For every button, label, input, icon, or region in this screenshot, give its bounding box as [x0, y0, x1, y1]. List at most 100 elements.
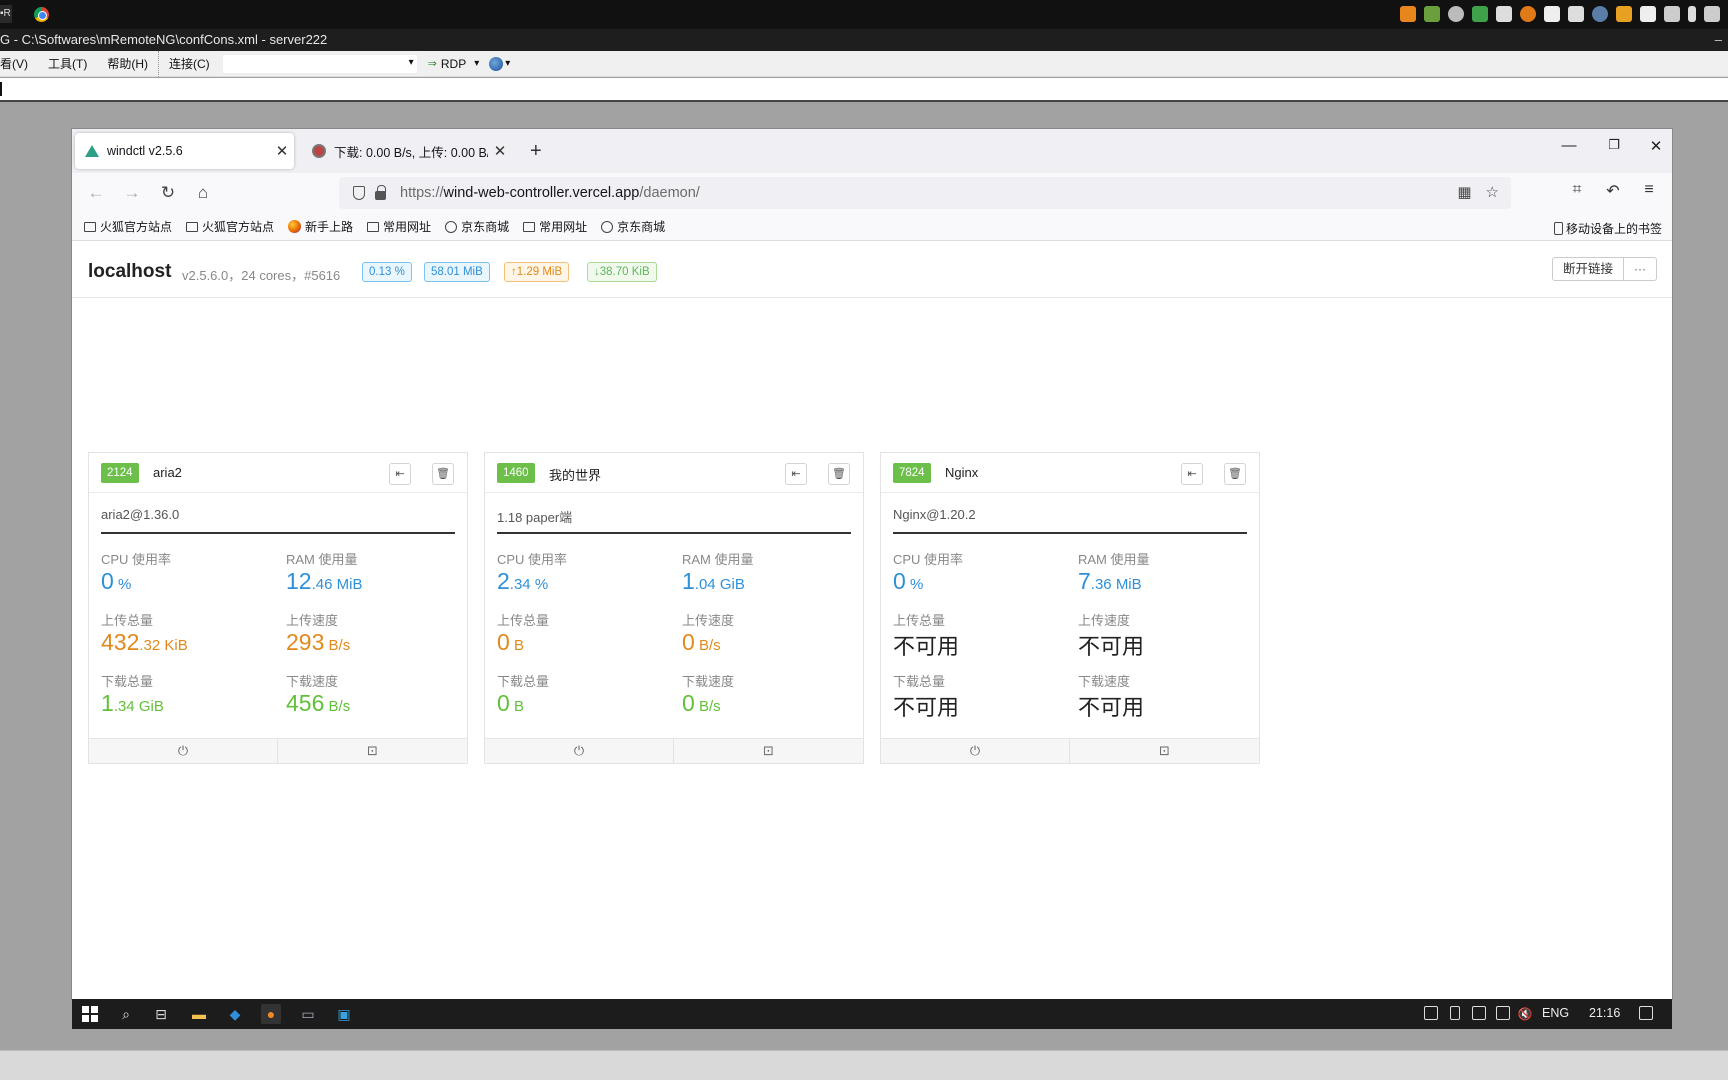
- exit-icon[interactable]: ⇤: [1181, 463, 1203, 485]
- bookmark-item[interactable]: 京东商城: [445, 218, 509, 235]
- windows-start-icon[interactable]: [82, 1006, 98, 1022]
- tray-app-icon[interactable]: [1472, 6, 1488, 22]
- star-icon[interactable]: ☆: [1486, 183, 1499, 201]
- reload-button[interactable]: ↻: [156, 181, 180, 205]
- folder-icon: [186, 221, 199, 232]
- power-icon[interactable]: ⏻: [881, 739, 1070, 764]
- qr-code-icon[interactable]: ▦: [1457, 183, 1471, 201]
- forward-button[interactable]: →: [120, 181, 144, 205]
- process-version: Nginx@1.20.2: [893, 507, 976, 522]
- terminal-icon[interactable]: ⊡: [278, 739, 467, 764]
- app-window-icon[interactable]: ▣: [334, 1004, 354, 1024]
- tray-app-icon[interactable]: [1448, 6, 1464, 22]
- terminal-icon[interactable]: ⊡: [1070, 739, 1259, 764]
- tray-shield-icon[interactable]: [1616, 6, 1632, 22]
- bookmark-item[interactable]: 京东商城: [601, 218, 665, 235]
- menu-tools[interactable]: 工具(T): [38, 51, 97, 77]
- card-footer: ⏻ ⊡: [881, 738, 1259, 764]
- protocol-selector[interactable]: ⇒ RDP ▾: [428, 57, 480, 71]
- tray-app-icon[interactable]: [1496, 6, 1512, 22]
- tracking-shield-icon[interactable]: [353, 186, 365, 200]
- bookmark-item[interactable]: 火狐官方站点: [84, 218, 172, 235]
- mobile-bookmarks-label: 移动设备上的书签: [1565, 222, 1662, 236]
- exit-icon[interactable]: ⇤: [785, 463, 807, 485]
- menu-view[interactable]: 看(V): [0, 51, 38, 77]
- trash-icon[interactable]: 🗑: [828, 463, 850, 485]
- display-icon[interactable]: [1496, 1006, 1510, 1020]
- menu-help[interactable]: 帮助(H): [97, 51, 158, 77]
- quick-connect-bar: [0, 78, 1728, 102]
- card-header: 7824 Nginx ⇤ 🗑: [881, 453, 1259, 493]
- close-icon[interactable]: ✕: [488, 142, 512, 160]
- globe-icon[interactable]: [489, 56, 504, 71]
- clock[interactable]: 21:16: [1589, 1006, 1620, 1020]
- chevron-down-icon[interactable]: ▾: [505, 58, 510, 69]
- text-caret: [0, 82, 4, 96]
- new-tab-button[interactable]: +: [530, 139, 542, 163]
- url-bar[interactable]: https://wind-web-controller.vercel.app/d…: [339, 177, 1511, 209]
- tray-mic-icon[interactable]: [1688, 6, 1696, 22]
- more-button[interactable]: ···: [1623, 257, 1657, 281]
- trash-icon[interactable]: 🗑: [432, 463, 454, 485]
- tab-windctl[interactable]: windctl v2.5.6 ✕: [75, 133, 294, 169]
- tray-app-icon[interactable]: [1640, 6, 1656, 22]
- undo-icon[interactable]: ↶: [1600, 181, 1626, 201]
- host-tray: [1400, 6, 1720, 22]
- vscode-icon[interactable]: ◆: [225, 1004, 245, 1024]
- exit-icon[interactable]: ⇤: [389, 463, 411, 485]
- bookmark-item[interactable]: 常用网址: [523, 218, 587, 235]
- bookmark-label: 常用网址: [539, 220, 588, 234]
- language-indicator[interactable]: ENG: [1542, 1006, 1569, 1020]
- tray-display-icon[interactable]: [1664, 6, 1680, 22]
- cpu-value: 2.34 %: [497, 568, 549, 594]
- tray-app-icon[interactable]: [1424, 6, 1440, 22]
- bookmark-item[interactable]: 新手上路: [288, 218, 353, 235]
- network-icon[interactable]: [1472, 1006, 1486, 1020]
- back-button[interactable]: ←: [84, 181, 108, 205]
- tray-app-icon[interactable]: [1400, 6, 1416, 22]
- host-app-icon[interactable]: ▪R: [0, 5, 12, 23]
- firefox-icon[interactable]: ●: [261, 1004, 281, 1024]
- lock-icon[interactable]: [375, 184, 386, 200]
- notification-icon[interactable]: [1639, 1006, 1653, 1020]
- mobile-bookmarks[interactable]: 移动设备上的书签: [1553, 220, 1662, 237]
- power-icon[interactable]: ⏻: [485, 739, 674, 764]
- restore-button[interactable]: ❐: [1600, 137, 1628, 153]
- download-total-label: 下载总量: [497, 674, 550, 689]
- menu-connect[interactable]: 连接(C): [158, 50, 220, 77]
- tray-volume-icon[interactable]: [1704, 6, 1720, 22]
- volume-muted-icon[interactable]: 🔇: [1515, 1004, 1535, 1024]
- file-explorer-icon[interactable]: ▬: [189, 1004, 209, 1024]
- cpu-badge: 0.13 %: [362, 262, 412, 282]
- crop-icon[interactable]: ⌗: [1564, 181, 1590, 199]
- bookmark-item[interactable]: 常用网址: [367, 218, 431, 235]
- bookmark-item[interactable]: 火狐官方站点: [186, 218, 274, 235]
- search-icon[interactable]: ⌕: [116, 1004, 136, 1024]
- cpu-value: 0 %: [893, 568, 924, 594]
- disconnect-button[interactable]: 断开链接: [1552, 257, 1624, 281]
- remote-desktop-icon[interactable]: ▭: [298, 1004, 318, 1024]
- trash-icon[interactable]: 🗑: [1224, 463, 1246, 485]
- chrome-icon[interactable]: [34, 7, 49, 22]
- power-icon[interactable]: ⏻: [89, 739, 278, 764]
- process-card: 1460 我的世界 ⇤ 🗑 1.18 paper端 CPU 使用率 RAM 使用…: [484, 452, 864, 764]
- terminal-icon[interactable]: ⊡: [674, 739, 863, 764]
- close-icon[interactable]: ✕: [270, 142, 294, 160]
- app-title: G - C:\Softwares\mRemoteNG\confCons.xml …: [0, 32, 328, 47]
- usb-icon[interactable]: [1450, 1006, 1460, 1020]
- globe-icon: [445, 220, 458, 233]
- copy-icon[interactable]: [1424, 1006, 1438, 1020]
- minimize-button[interactable]: —: [1555, 137, 1583, 154]
- home-button[interactable]: ⌂: [191, 181, 215, 205]
- tab-download-status[interactable]: 下载: 0.00 B/s, 上传: 0.00 B/s ✕: [302, 133, 512, 169]
- close-window-button[interactable]: ✕: [1642, 137, 1670, 155]
- tray-search-icon[interactable]: [1520, 6, 1536, 22]
- firefox-icon: [288, 220, 302, 233]
- tray-app-icon[interactable]: [1544, 6, 1560, 22]
- tray-steam-icon[interactable]: [1592, 6, 1608, 22]
- app-minimize-button[interactable]: –: [1715, 29, 1722, 51]
- task-view-icon[interactable]: ⊟: [151, 1004, 171, 1024]
- connection-combo[interactable]: [221, 53, 418, 74]
- tray-app-icon[interactable]: [1568, 6, 1584, 22]
- menu-icon[interactable]: ≡: [1636, 181, 1662, 199]
